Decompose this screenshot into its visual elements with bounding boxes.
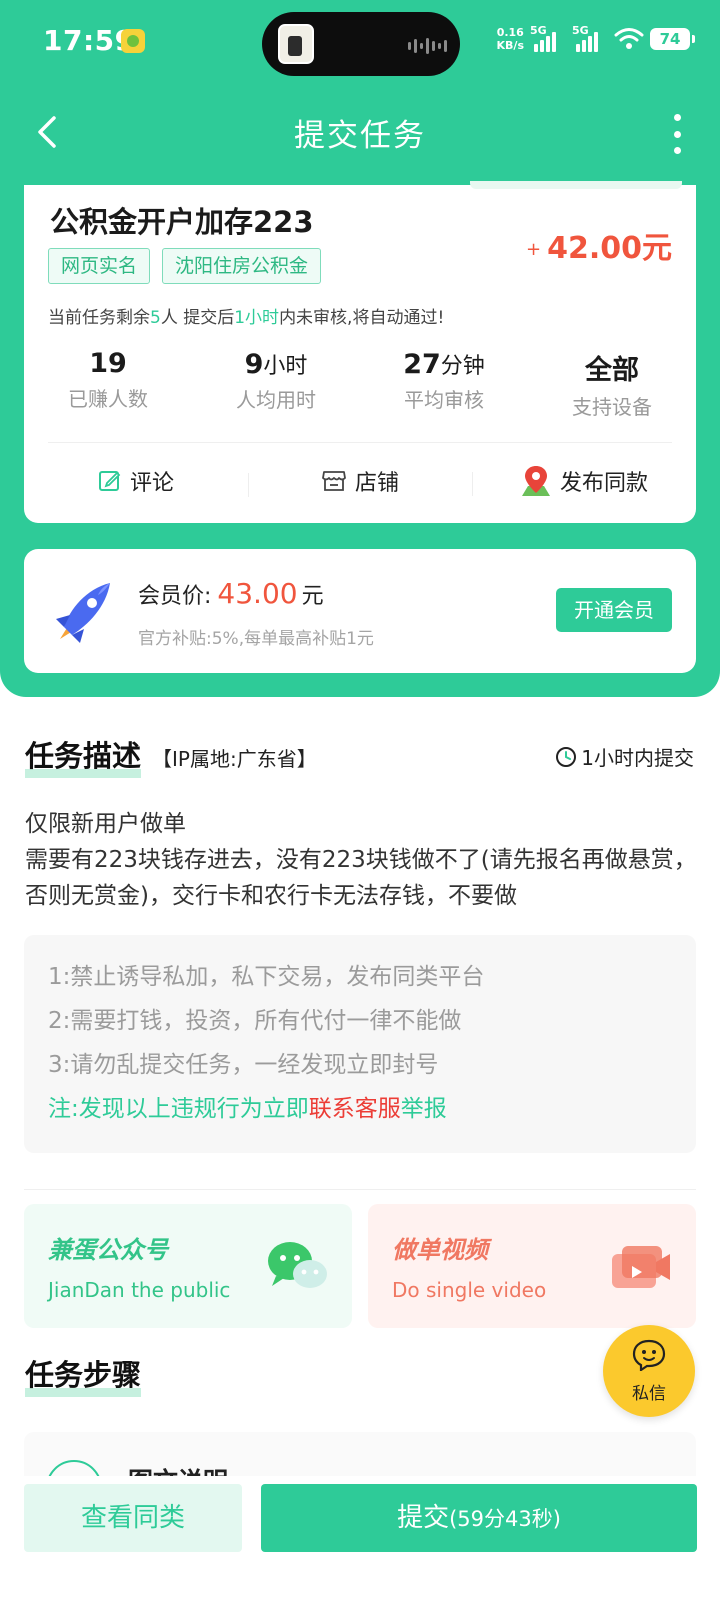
submit-button[interactable]: 提交(59分43秒)	[261, 1484, 697, 1552]
steps-title: 任务步骤	[25, 1352, 142, 1397]
stat-devices: 全部 支持设备	[572, 355, 652, 419]
rocket-icon	[52, 579, 116, 647]
stat-avg-time: 9小时 人均用时	[236, 349, 316, 412]
task-card: 公积金开户加存223 +42.00元 网页实名 沈阳住房公积金 当前任务剩余5人…	[24, 181, 696, 523]
nav-bar: 提交任务	[0, 100, 720, 164]
member-price-row: 会员价: 43.00 元	[138, 577, 324, 610]
video-icon	[608, 1238, 674, 1296]
page-title: 提交任务	[294, 118, 426, 154]
task-stats: 19 已赚人数 9小时 人均用时 27分钟 平均审核 全部 支持设备	[24, 348, 696, 420]
location-pin-icon	[521, 466, 550, 496]
clock-icon	[556, 746, 577, 767]
store-button[interactable]: 店铺	[248, 465, 472, 497]
ip-location: 【IP属地:广东省】	[152, 747, 317, 771]
chat-face-icon	[631, 1339, 667, 1373]
net-speed: 0.16 KB/s	[496, 26, 524, 52]
status-bar: 17:59 0.16 KB/s 5G 5G 74	[0, 0, 720, 90]
media-thumbnail	[278, 24, 314, 64]
wechat-icon	[264, 1238, 330, 1296]
rule-item: 3:请勿乱提交任务，一经发现立即封号	[48, 1052, 439, 1078]
more-menu-icon[interactable]	[672, 114, 682, 154]
divider	[48, 442, 672, 443]
wechat-official-account-card[interactable]: 兼蛋公众号 JianDan the public	[24, 1204, 352, 1328]
battery-icon: 74	[650, 28, 695, 50]
rule-item: 2:需要打钱，投资，所有代付一律不能做	[48, 1008, 462, 1034]
audio-wave-icon	[408, 38, 447, 54]
member-card: 会员价: 43.00 元 官方补贴:5%,每单最高补贴1元 开通会员	[24, 549, 696, 673]
stat-earned: 19 已赚人数	[68, 348, 148, 411]
dynamic-island[interactable]	[262, 12, 460, 76]
signal-icon: 5G	[530, 24, 566, 54]
stat-review-time: 27分钟 平均审核	[403, 349, 485, 412]
member-subsidy: 官方补贴:5%,每单最高补贴1元	[138, 629, 374, 649]
signal-icon-2: 5G	[572, 24, 608, 54]
bottom-bar: 查看同类 提交(59分43秒)	[0, 1476, 720, 1600]
video-tutorial-card[interactable]: 做单视频 Do single video	[368, 1204, 696, 1328]
description-text: 仅限新用户做单 需要有223块钱存进去，没有223块钱做不了(请先报名再做悬赏，…	[25, 811, 697, 909]
rule-item: 1:禁止诱导私加，私下交易，发布同类平台	[48, 964, 485, 990]
member-price: 43.00	[217, 577, 298, 610]
comment-button[interactable]: 评论	[24, 465, 248, 497]
contact-service-link[interactable]: 联系客服	[309, 1096, 401, 1122]
wifi-icon	[614, 26, 644, 52]
tag-chip[interactable]: 沈阳住房公积金	[162, 248, 322, 284]
task-notice: 当前任务剩余5人 提交后1小时内未审核,将自动通过!	[48, 308, 445, 328]
rule-note: 注:发现以上违规行为立即联系客服举报	[48, 1096, 447, 1122]
divider	[24, 1189, 696, 1190]
edit-icon	[98, 471, 121, 491]
task-actions: 评论 店铺 发布同款	[24, 448, 696, 514]
store-icon	[322, 471, 346, 491]
view-similar-button[interactable]: 查看同类	[24, 1484, 242, 1552]
task-reward: +42.00元	[526, 231, 672, 266]
rules-box: 1:禁止诱导私加，私下交易，发布同类平台 2:需要打钱，投资，所有代付一律不能做…	[24, 935, 696, 1153]
task-tags: 网页实名 沈阳住房公积金	[48, 248, 322, 284]
open-membership-button[interactable]: 开通会员	[556, 588, 672, 632]
deadline: 1小时内提交	[555, 742, 694, 771]
app-notification-icon	[121, 29, 145, 53]
step-item: 图文说明	[24, 1432, 696, 1476]
publish-same-button[interactable]: 发布同款	[472, 464, 696, 498]
private-message-button[interactable]: 私信	[603, 1325, 695, 1417]
status-right: 0.16 KB/s 5G 5G 74	[496, 24, 695, 54]
task-title: 公积金开户加存223	[50, 205, 314, 239]
tag-chip[interactable]: 网页实名	[48, 248, 151, 284]
description-title: 任务描述	[25, 733, 142, 778]
